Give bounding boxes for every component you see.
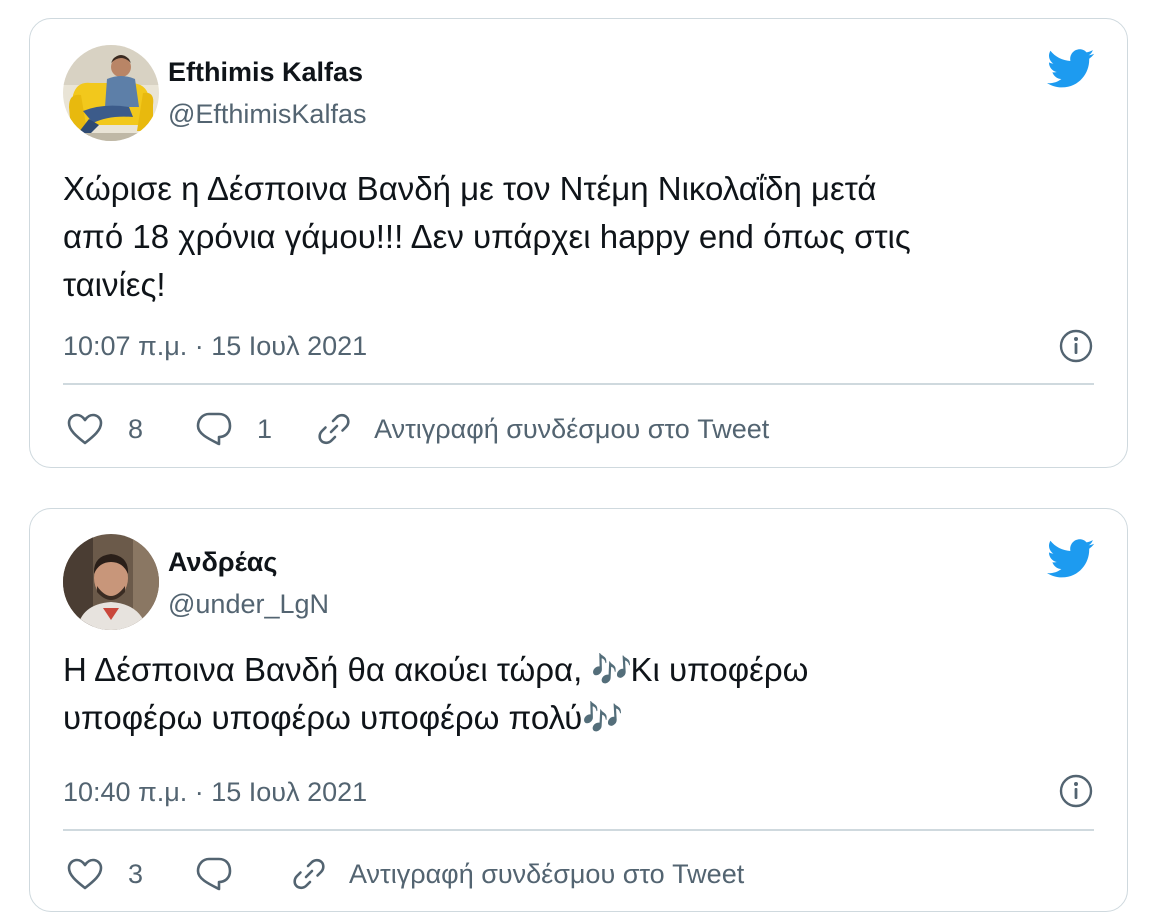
music-notes-emoji: 🎶 xyxy=(582,699,623,736)
action-bar: 8 1 Αντιγραφή συνδέσμου στο Tweet xyxy=(66,409,769,449)
copy-link-button[interactable]: Αντιγραφή συνδέσμου στο Tweet xyxy=(291,856,744,892)
reply-bubble-icon xyxy=(196,857,232,891)
tweet-text: Η Δέσποινα Βανδή θα ακούει τώρα, 🎶Κι υπο… xyxy=(63,646,1093,742)
reply-button[interactable] xyxy=(195,856,233,892)
twitter-bird-icon[interactable] xyxy=(1047,539,1095,579)
reply-count: 1 xyxy=(257,413,273,444)
tweet-text-part: Κι υποφέρω xyxy=(630,651,809,688)
reply-button[interactable]: 1 xyxy=(195,411,272,447)
tweet-card[interactable]: Ανδρέας @under_LgN Η Δέσποινα Βανδή θα α… xyxy=(29,508,1128,912)
tweet-text-part: υποφέρω υποφέρω υποφέρω πολύ xyxy=(63,699,583,736)
like-button[interactable]: 8 xyxy=(66,412,143,446)
info-icon[interactable] xyxy=(1058,328,1094,364)
action-bar: 3 Αντιγραφή συνδέσμου στο Tweet xyxy=(66,854,744,894)
author-name[interactable]: Efthimis Kalfas xyxy=(168,57,363,88)
tweet-text-line: από 18 χρόνια γάμου!!! Δεν υπάρχει happy… xyxy=(63,218,911,255)
twitter-bird-icon[interactable] xyxy=(1047,49,1095,89)
author-handle[interactable]: @EfthimisKalfas xyxy=(168,99,366,130)
link-icon xyxy=(293,858,325,890)
tweet-text-part: Η Δέσποινα Βανδή θα ακούει τώρα, xyxy=(63,651,592,688)
heart-icon xyxy=(67,413,103,445)
link-icon xyxy=(318,413,350,445)
reply-bubble-icon xyxy=(196,412,232,446)
tweet-text-line: Χώρισε η Δέσποινα Βανδή με τον Ντέμη Νικ… xyxy=(63,170,877,207)
avatar-photo xyxy=(63,45,159,141)
copy-link-label: Αντιγραφή συνδέσμου στο Tweet xyxy=(374,413,770,444)
like-count: 3 xyxy=(128,858,144,889)
tweet-timestamp[interactable]: 10:40 π.μ. · 15 Ιουλ 2021 xyxy=(63,777,367,808)
tweet-text: Χώρισε η Δέσποινα Βανδή με τον Ντέμη Νικ… xyxy=(63,165,1093,309)
copy-link-button[interactable]: Αντιγραφή συνδέσμου στο Tweet xyxy=(316,411,769,447)
divider xyxy=(63,829,1094,831)
like-count: 8 xyxy=(128,413,144,444)
copy-link-label: Αντιγραφή συνδέσμου στο Tweet xyxy=(349,858,745,889)
music-notes-emoji: 🎶 xyxy=(591,651,632,688)
heart-icon xyxy=(67,858,103,890)
avatar[interactable] xyxy=(63,45,159,141)
avatar[interactable] xyxy=(63,534,159,630)
avatar-photo xyxy=(63,534,159,630)
author-name[interactable]: Ανδρέας xyxy=(168,547,277,578)
tweet-card[interactable]: Efthimis Kalfas @EfthimisKalfas Χώρισε η… xyxy=(29,18,1128,468)
tweet-text-line: ταινίες! xyxy=(63,266,166,303)
author-handle[interactable]: @under_LgN xyxy=(168,589,329,620)
tweet-timestamp[interactable]: 10:07 π.μ. · 15 Ιουλ 2021 xyxy=(63,331,367,362)
like-button[interactable]: 3 xyxy=(66,857,143,891)
divider xyxy=(63,383,1094,385)
info-icon[interactable] xyxy=(1058,773,1094,809)
